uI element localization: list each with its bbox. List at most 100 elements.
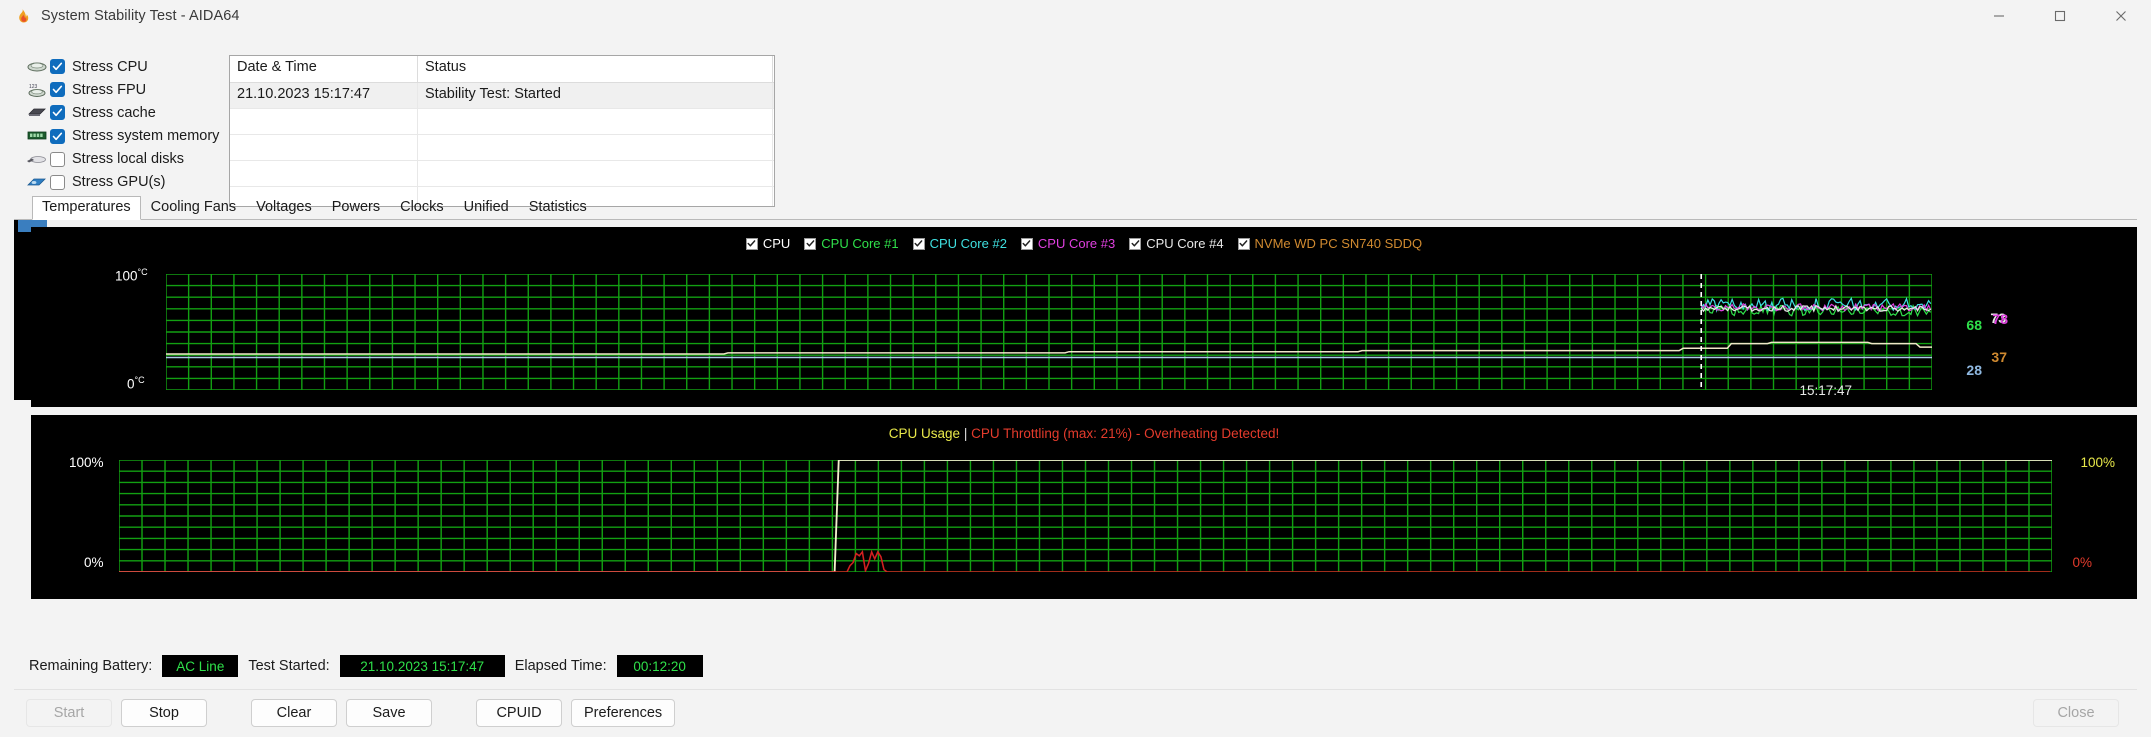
legend-label-cpu: CPU	[762, 236, 791, 251]
legend-item-cpu[interactable]: CPU	[745, 236, 791, 251]
aida64-stability-test-window: System Stability Test - AIDA64 Stress CP…	[0, 0, 2151, 737]
stress-option-cpu[interactable]: Stress CPU	[24, 55, 224, 78]
stress-option-memory[interactable]: Stress system memory	[24, 125, 224, 148]
window-controls	[1968, 0, 2151, 32]
legend-item-cpu-core-2[interactable]: CPU Core #2	[912, 236, 1007, 251]
column-header-status[interactable]: Status	[418, 56, 773, 82]
client-area: Stress CPU 123 Stress FPU Stress cache S…	[0, 32, 2151, 737]
nvme-temp-value: 37	[1991, 349, 2007, 365]
clear-button[interactable]: Clear	[251, 699, 337, 727]
stress-gpu-label: Stress GPU(s)	[72, 174, 166, 191]
stress-fpu-checkbox[interactable]	[50, 82, 65, 98]
stress-gpu-checkbox[interactable]	[50, 174, 65, 190]
legend-label-cpu-core-3: CPU Core #3	[1037, 236, 1116, 251]
legend-item-cpu-core-3[interactable]: CPU Core #3	[1020, 236, 1116, 251]
legend-checkbox-cpu-core-3[interactable]	[1020, 237, 1033, 250]
temperature-chart: CPU CPU Core #1 CPU Core #2 CPU Core #3 …	[31, 227, 2137, 407]
legend-item-cpu-core-1[interactable]: CPU Core #1	[804, 236, 899, 251]
table-row[interactable]	[230, 161, 774, 187]
cpu-temp-value: 28	[1966, 362, 1982, 378]
stress-option-gpu[interactable]: Stress GPU(s)	[24, 171, 224, 194]
status-log-header: Date & Time Status	[230, 56, 774, 83]
preferences-button[interactable]: Preferences	[571, 699, 676, 727]
tab-statistics[interactable]: Statistics	[519, 196, 597, 219]
tab-clocks[interactable]: Clocks	[390, 196, 454, 219]
legend-checkbox-cpu-core-1[interactable]	[804, 237, 817, 250]
tab-voltages[interactable]: Voltages	[246, 196, 322, 219]
tab-cooling-fans[interactable]: Cooling Fans	[141, 196, 246, 219]
cell-datetime	[230, 109, 418, 134]
stress-local-disks-checkbox[interactable]	[50, 151, 65, 167]
remaining-battery-label: Remaining Battery:	[29, 658, 153, 674]
save-button[interactable]: Save	[346, 699, 432, 727]
stress-cpu-checkbox[interactable]	[50, 59, 65, 75]
stress-local-disks-label: Stress local disks	[72, 151, 185, 168]
column-header-datetime[interactable]: Date & Time	[230, 56, 418, 82]
cell-status	[418, 161, 773, 186]
close-dialog-button[interactable]: Close	[2033, 699, 2119, 727]
cpu-usage-plot[interactable]	[119, 460, 2052, 572]
legend-item-nvme[interactable]: NVMe WD PC SN740 SDDQ	[1237, 236, 1423, 251]
legend-checkbox-nvme[interactable]	[1237, 237, 1250, 250]
tab-powers[interactable]: Powers	[322, 196, 390, 219]
cpuid-button[interactable]: CPUID	[476, 699, 562, 727]
test-started-value: 21.10.2023 15:17:47	[339, 655, 505, 677]
table-row[interactable]: 21.10.2023 15:17:47 Stability Test: Star…	[230, 83, 774, 109]
cpu-throttling-alert: CPU Throttling (max: 21%) - Overheating …	[971, 426, 1280, 441]
legend-item-cpu-core-4[interactable]: CPU Core #4	[1129, 236, 1224, 251]
legend-checkbox-cpu[interactable]	[745, 237, 758, 250]
minimize-button[interactable]	[1968, 0, 2029, 32]
start-button[interactable]: Start	[26, 699, 112, 727]
cell-datetime	[230, 161, 418, 186]
cpu-usage-title-separator: |	[963, 426, 968, 441]
legend-label-cpu-core-1: CPU Core #1	[821, 236, 899, 251]
temperature-legend: CPU CPU Core #1 CPU Core #2 CPU Core #3 …	[31, 236, 2137, 251]
temperature-scrollbar-marker[interactable]	[14, 220, 47, 400]
legend-checkbox-cpu-core-2[interactable]	[912, 237, 925, 250]
stress-option-cache[interactable]: Stress cache	[24, 101, 224, 124]
cpu-axis-left-bottom: 0%	[84, 555, 104, 570]
cpu-axis-left-top: 100%	[69, 455, 104, 470]
elapsed-time-value: 00:12:20	[616, 655, 703, 677]
table-row[interactable]	[230, 109, 774, 135]
stress-option-local-disks[interactable]: Stress local disks	[24, 148, 224, 171]
cell-status	[418, 109, 773, 134]
flame-icon	[14, 8, 31, 25]
stress-options-list: Stress CPU 123 Stress FPU Stress cache S…	[14, 55, 224, 194]
fpu-chip-icon: 123	[24, 81, 50, 99]
cache-chip-icon	[24, 104, 50, 122]
temperature-plot[interactable]	[166, 274, 1932, 390]
stress-cache-checkbox[interactable]	[50, 105, 65, 121]
elapsed-time-label: Elapsed Time:	[514, 658, 607, 674]
chart-tabbar: Temperatures Cooling Fans Voltages Power…	[14, 194, 2137, 220]
legend-label-cpu-core-4: CPU Core #4	[1146, 236, 1224, 251]
cpu-usage-title-main: CPU Usage	[888, 426, 961, 441]
tab-temperatures[interactable]: Temperatures	[32, 196, 141, 220]
stress-memory-checkbox[interactable]	[50, 128, 65, 144]
stress-memory-label: Stress system memory	[72, 128, 220, 145]
stress-fpu-label: Stress FPU	[72, 81, 147, 98]
button-bar-divider	[14, 689, 2137, 690]
remaining-battery-value: AC Line	[162, 655, 239, 677]
stress-option-fpu[interactable]: 123 Stress FPU	[24, 78, 224, 101]
legend-checkbox-cpu-core-4[interactable]	[1129, 237, 1142, 250]
maximize-button[interactable]	[2029, 0, 2090, 32]
temp-axis-top-label: 100°C	[115, 267, 148, 284]
charts-area: CPU CPU Core #1 CPU Core #2 CPU Core #3 …	[14, 220, 2137, 643]
cpu-usage-title: CPU Usage | CPU Throttling (max: 21%) - …	[31, 426, 2137, 441]
tab-unified[interactable]: Unified	[454, 196, 519, 219]
cell-status: Stability Test: Started	[418, 83, 773, 108]
stop-button[interactable]: Stop	[121, 699, 207, 727]
table-row[interactable]	[230, 135, 774, 161]
status-strip: Remaining Battery: AC Line Test Started:…	[14, 643, 2137, 689]
cell-datetime: 21.10.2023 15:17:47	[230, 83, 418, 108]
close-button[interactable]	[2090, 0, 2151, 32]
status-log-table: Date & Time Status 21.10.2023 15:17:47 S…	[229, 55, 775, 207]
legend-label-nvme: NVMe WD PC SN740 SDDQ	[1254, 236, 1423, 251]
cpu-axis-right-top: 100%	[2080, 455, 2115, 470]
window-titlebar: System Stability Test - AIDA64	[0, 0, 2151, 32]
cell-datetime	[230, 135, 418, 160]
cpu-usage-chart: CPU Usage | CPU Throttling (max: 21%) - …	[31, 415, 2137, 599]
titlebar-left-group: System Stability Test - AIDA64	[0, 8, 240, 25]
cpu-core3-value: 78	[1992, 311, 2008, 327]
